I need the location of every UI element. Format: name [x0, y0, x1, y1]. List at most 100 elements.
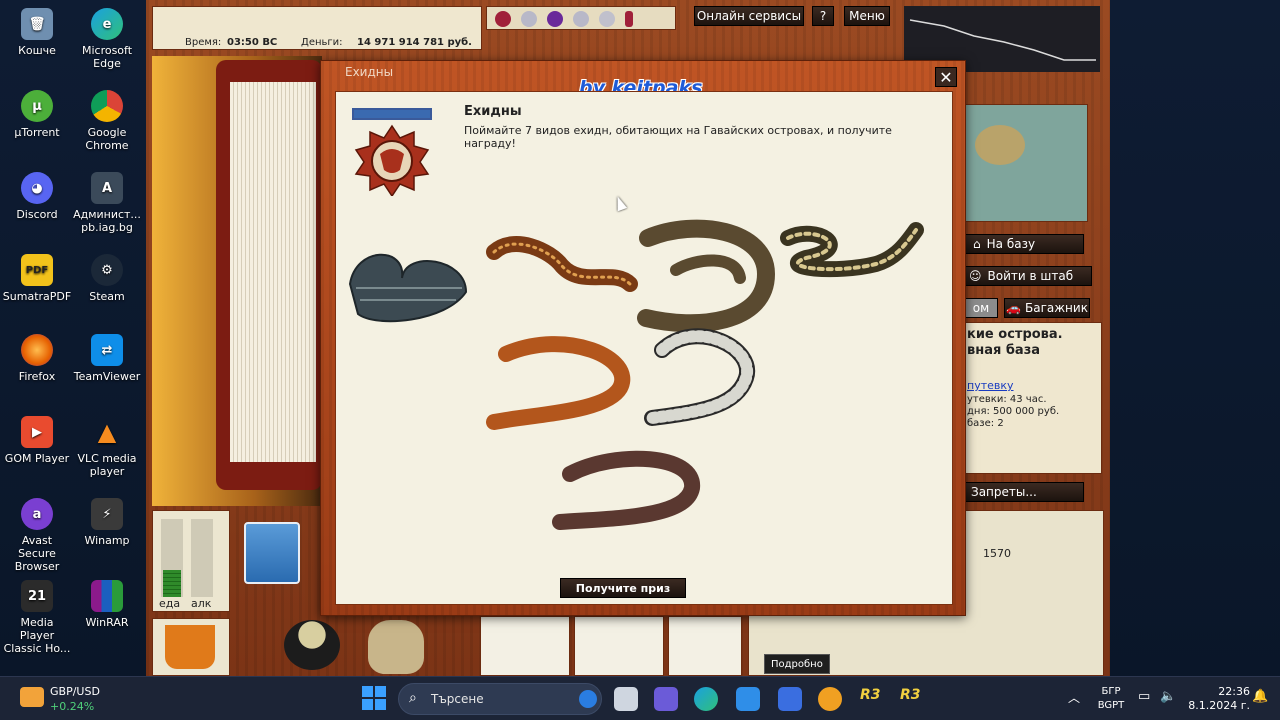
- desktop-icon-label: WinRAR: [85, 616, 129, 629]
- recycle-bin-icon: 🗑: [21, 8, 53, 40]
- volume-icon[interactable]: 🔈: [1160, 689, 1176, 704]
- desktop: 🗑 Кошче e Microsoft Edge µ µTorrent Goog…: [0, 0, 1280, 720]
- notification-bell-icon[interactable]: 🔔: [1252, 689, 1268, 704]
- desktop-icon-label: Microsoft Edge: [81, 44, 133, 70]
- help-button[interactable]: ?: [812, 6, 834, 26]
- chat-icon[interactable]: [654, 687, 678, 711]
- desktop-icon-recycle-bin[interactable]: 🗑 Кошче: [2, 8, 72, 57]
- desktop-icon-discord[interactable]: ◕ Discord: [2, 172, 72, 221]
- cauldron-icon[interactable]: [284, 620, 340, 670]
- desktop-icon-avast[interactable]: a Avast Secure Browser: [2, 498, 72, 573]
- desktop-icon-sumatrapdf[interactable]: PDF SumatraPDF: [2, 254, 72, 303]
- start-button[interactable]: [362, 686, 386, 710]
- mouse-cursor-icon: [612, 194, 628, 212]
- tray-chevron-icon[interactable]: ︿: [1068, 689, 1080, 706]
- search-box[interactable]: ⌕ Търсене: [398, 683, 602, 715]
- achievement-badge-icon: [352, 124, 432, 196]
- desktop-icon-edge[interactable]: e Microsoft Edge: [72, 8, 142, 70]
- edge-taskbar-icon[interactable]: [694, 687, 718, 711]
- dialog-description: Поймайте 7 видов ехидн, обитающих на Гав…: [464, 124, 892, 150]
- dialog-heading: Ехидны: [464, 104, 522, 119]
- gom-player-icon: ▶: [21, 416, 53, 448]
- potion-icon[interactable]: [599, 11, 615, 27]
- map-panel[interactable]: [964, 104, 1088, 222]
- slot-1[interactable]: [480, 616, 570, 676]
- utorrent-icon: µ: [21, 90, 53, 122]
- desktop-icon-teamviewer[interactable]: ⇄ TeamViewer: [72, 334, 142, 383]
- eel-specimen[interactable]: [780, 222, 924, 278]
- desktop-icon-winrar[interactable]: WinRAR: [72, 580, 142, 629]
- alcohol-label: алк: [191, 597, 212, 610]
- time-value: 03:50 ВС: [227, 37, 278, 48]
- desktop-icon-winamp[interactable]: ⚡ Winamp: [72, 498, 142, 547]
- avast-taskbar-icon[interactable]: [818, 687, 842, 711]
- voucher-line2: дня: 500 000 руб.: [967, 406, 1060, 417]
- desktop-icon-utorrent[interactable]: µ µTorrent: [2, 90, 72, 139]
- desktop-icon-firefox[interactable]: Firefox: [2, 334, 72, 383]
- person-icon: ☺: [969, 269, 982, 283]
- eel-specimen[interactable]: [486, 336, 631, 430]
- eel-specimen[interactable]: [644, 328, 756, 426]
- desktop-icon-label: µTorrent: [14, 126, 60, 139]
- windows-icon: [362, 686, 373, 697]
- chrome-icon: [91, 90, 123, 122]
- desktop-icon-steam[interactable]: ⚙ Steam: [72, 254, 142, 303]
- eel-specimen[interactable]: [486, 236, 638, 292]
- steam-icon: ⚙: [91, 254, 123, 286]
- desktop-icon-mpc[interactable]: 21 Media Player Classic Ho...: [2, 580, 72, 655]
- mail-icon[interactable]: [736, 687, 760, 711]
- close-button[interactable]: ✕: [935, 67, 957, 87]
- store-icon[interactable]: [778, 687, 802, 711]
- potion-icon[interactable]: [521, 11, 537, 27]
- language-indicator[interactable]: БГР BGPT: [1094, 685, 1128, 713]
- partial-tab-button[interactable]: ом: [964, 298, 998, 318]
- bans-button[interactable]: Запреты...: [964, 482, 1084, 502]
- lang-line1: БГР: [1101, 686, 1121, 697]
- clock-time: 22:36: [1218, 685, 1250, 698]
- food-label: еда: [159, 597, 181, 610]
- clock[interactable]: 22:36 8.1.2024 г.: [1184, 685, 1250, 713]
- potion-icon[interactable]: [573, 11, 589, 27]
- potion-icon[interactable]: [625, 11, 633, 27]
- eel-specimen[interactable]: [637, 219, 776, 333]
- bucket-slot[interactable]: [152, 618, 230, 676]
- game-r3-icon[interactable]: R3: [860, 687, 884, 711]
- desktop-icon-label: Steam: [89, 290, 125, 303]
- location-panel: кие острова. вная база путевку утевки: 4…: [964, 322, 1102, 474]
- weather-widget[interactable]: GBP/USD +0.24%: [18, 683, 138, 715]
- potion-icon[interactable]: [547, 11, 563, 27]
- potion-icon[interactable]: [495, 11, 511, 27]
- eel-specimen[interactable]: [348, 253, 468, 323]
- desktop-icon-gom[interactable]: ▶ GOM Player: [2, 416, 72, 465]
- desktop-icon-vlc[interactable]: ▲ VLC media player: [72, 416, 142, 479]
- media-player-classic-icon: 21: [21, 580, 53, 612]
- slot-2[interactable]: [574, 616, 664, 676]
- widget-change: +0.24%: [50, 700, 95, 713]
- voucher-line1: утевки: 43 час.: [967, 394, 1047, 405]
- discord-icon: ◕: [21, 172, 53, 204]
- tackle-box-icon[interactable]: [244, 522, 300, 584]
- voucher-link[interactable]: путевку: [967, 379, 1014, 392]
- desktop-icon-label: SumatraPDF: [2, 290, 72, 303]
- desktop-icon-label: TeamViewer: [73, 370, 141, 383]
- slot-3[interactable]: [668, 616, 742, 676]
- game-r3-icon-2[interactable]: R3: [900, 687, 924, 711]
- online-services-button[interactable]: Онлайн сервисы: [694, 6, 804, 26]
- desktop-icon-label: Media Player Classic Ho...: [3, 616, 71, 655]
- edge-icon: e: [91, 8, 123, 40]
- menu-button[interactable]: Меню: [844, 6, 890, 26]
- enter-hq-button[interactable]: ☺ Войти в штаб: [962, 266, 1092, 286]
- food-gauge: [161, 519, 183, 597]
- task-view-icon[interactable]: [614, 687, 638, 711]
- desktop-icon-admin[interactable]: A Админист... pb.iag.bg: [72, 172, 142, 234]
- sack-icon[interactable]: [368, 620, 424, 674]
- money-value: 14 971 914 781 руб.: [357, 37, 472, 48]
- vlc-icon: ▲: [97, 417, 117, 446]
- trunk-button[interactable]: 🚗 Багажник: [1004, 298, 1090, 318]
- claim-prize-button[interactable]: Получите приз: [560, 578, 686, 598]
- eel-specimen[interactable]: [552, 450, 700, 530]
- network-icon[interactable]: ▭: [1138, 689, 1150, 704]
- desktop-icon-chrome[interactable]: Google Chrome: [72, 90, 142, 152]
- to-base-button[interactable]: ⌂ На базу: [964, 234, 1084, 254]
- clock-date: 8.1.2024 г.: [1188, 699, 1250, 712]
